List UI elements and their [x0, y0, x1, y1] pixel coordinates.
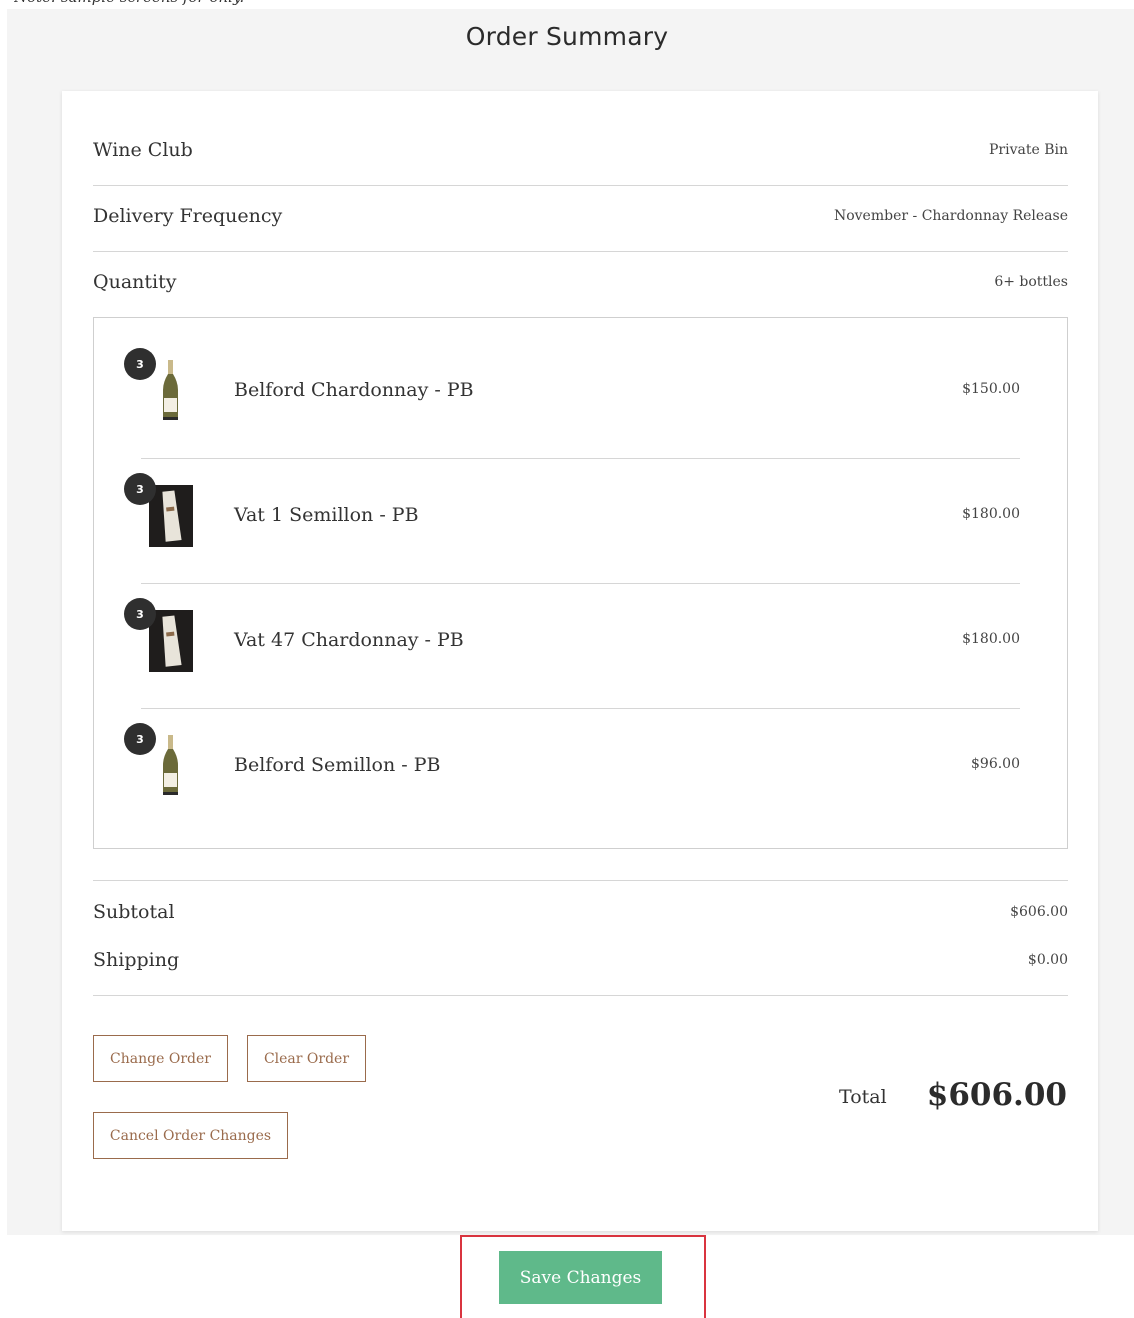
wine-bottle-icon: [163, 735, 178, 795]
item-price: $180.00: [962, 506, 1020, 522]
wine-label-icon: [149, 485, 193, 547]
item-name: Vat 1 Semillon - PB: [234, 504, 419, 526]
quantity-badge: 3: [124, 473, 156, 505]
item-divider: [141, 708, 1020, 709]
subtotal-value: $606.00: [1010, 904, 1068, 920]
wine-club-value: Private Bin: [989, 142, 1068, 158]
divider: [93, 880, 1068, 881]
divider: [93, 185, 1068, 186]
wine-club-row: Wine Club Private Bin: [93, 139, 1068, 161]
note-text: Note: sample screens for only.: [14, 0, 414, 8]
order-item: 3 Vat 1 Semillon - PB $180.00: [124, 468, 1020, 593]
item-divider: [141, 458, 1020, 459]
page-title: Order Summary: [465, 22, 669, 51]
wine-club-label: Wine Club: [93, 139, 193, 161]
subtotal-label: Subtotal: [93, 901, 175, 923]
subtotal-row: Subtotal $606.00: [93, 901, 1068, 923]
shipping-label: Shipping: [93, 949, 180, 971]
item-price: $96.00: [971, 756, 1020, 772]
order-summary-card: Wine Club Private Bin Delivery Frequency…: [62, 91, 1098, 1231]
delivery-frequency-row: Delivery Frequency November - Chardonnay…: [93, 205, 1068, 227]
order-item: 3 Vat 47 Chardonnay - PB $180.00: [124, 593, 1020, 718]
delivery-frequency-value: November - Chardonnay Release: [833, 208, 1068, 224]
item-name: Vat 47 Chardonnay - PB: [234, 629, 464, 651]
save-changes-button[interactable]: Save Changes: [499, 1251, 662, 1304]
item-name: Belford Chardonnay - PB: [234, 379, 474, 401]
quantity-row: Quantity 6+ bottles: [93, 271, 1068, 293]
shipping-row: Shipping $0.00: [93, 949, 1068, 971]
delivery-frequency-label: Delivery Frequency: [93, 205, 283, 227]
order-items-list: 3 Belford Chardonnay - PB $150.00 3 Vat …: [93, 317, 1068, 849]
quantity-badge: 3: [124, 598, 156, 630]
change-order-button[interactable]: Change Order: [93, 1035, 228, 1082]
item-name: Belford Semillon - PB: [234, 754, 441, 776]
divider: [93, 995, 1068, 996]
wine-label-icon: [149, 610, 193, 672]
item-divider: [141, 583, 1020, 584]
divider: [93, 251, 1068, 252]
item-price: $180.00: [962, 631, 1020, 647]
quantity-value: 6+ bottles: [994, 274, 1068, 290]
quantity-badge: 3: [124, 723, 156, 755]
quantity-label: Quantity: [93, 271, 177, 293]
total-label: Total: [839, 1086, 887, 1108]
total-value: $606.00: [926, 1077, 1067, 1113]
item-price: $150.00: [962, 381, 1020, 397]
shipping-value: $0.00: [1027, 952, 1068, 968]
cancel-order-changes-button[interactable]: Cancel Order Changes: [93, 1112, 288, 1159]
quantity-badge: 3: [124, 348, 156, 380]
wine-bottle-icon: [163, 360, 178, 420]
clear-order-button[interactable]: Clear Order: [247, 1035, 366, 1082]
order-item: 3 Belford Chardonnay - PB $150.00: [124, 343, 1020, 468]
order-item: 3 Belford Semillon - PB $96.00: [124, 718, 1020, 843]
